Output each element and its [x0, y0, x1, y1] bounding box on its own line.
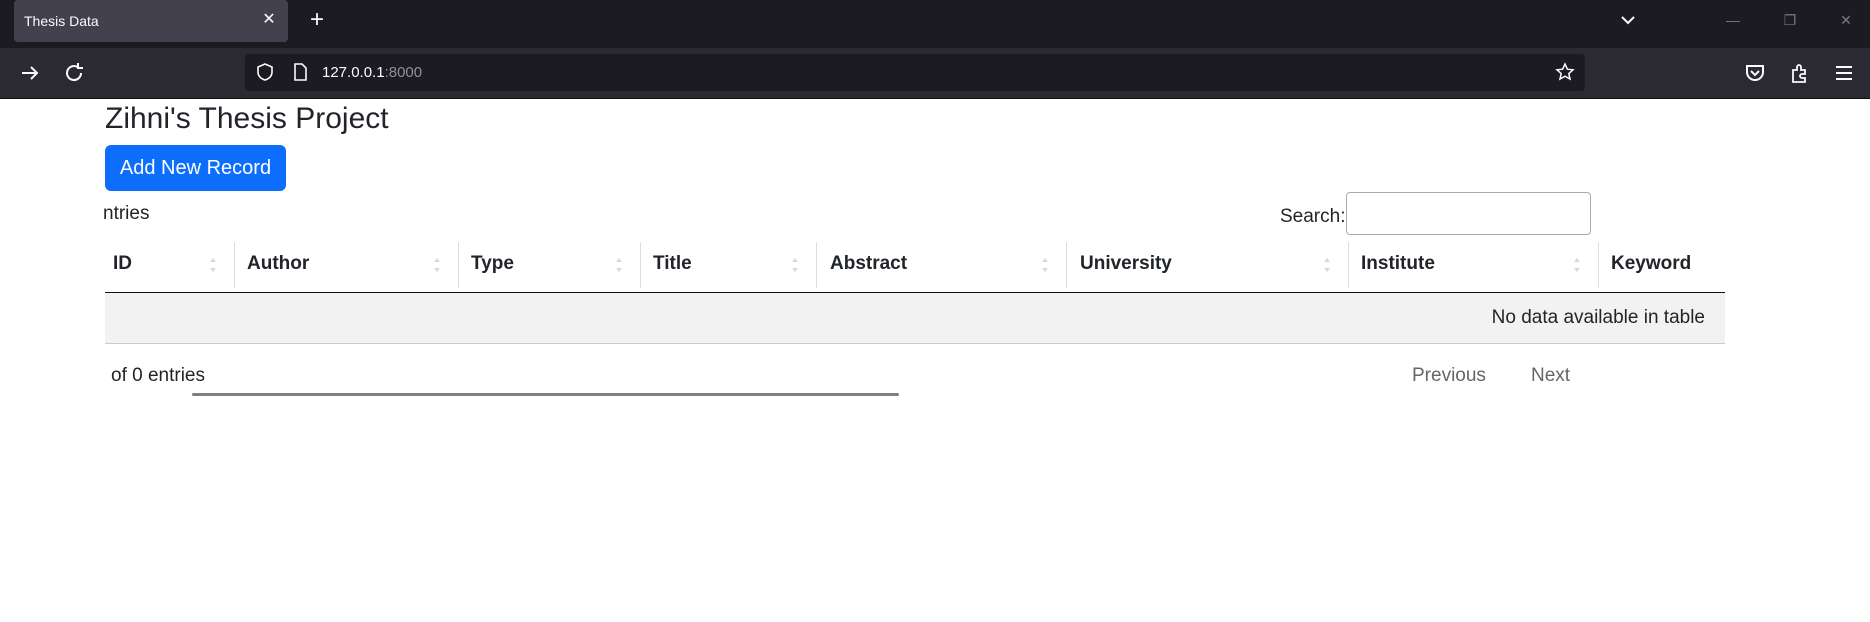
search-label: Search:	[1280, 206, 1346, 227]
page-icon[interactable]	[290, 62, 310, 82]
column-header-title[interactable]: Title	[653, 236, 692, 292]
menu-icon[interactable]	[1832, 61, 1856, 85]
column-divider	[640, 242, 641, 288]
column-header-university[interactable]: University	[1080, 236, 1172, 292]
browser-nav-bar: 127.0.0.1:8000	[0, 48, 1870, 99]
table-info: of 0 entries	[111, 365, 205, 386]
forward-icon[interactable]	[18, 61, 42, 85]
column-divider	[816, 242, 817, 288]
browser-tab-bar: Thesis Data ✕ + — ❐ ✕	[0, 0, 1870, 48]
browser-tab[interactable]: Thesis Data ✕	[14, 0, 288, 42]
sort-icon[interactable]	[615, 256, 623, 274]
shield-icon[interactable]	[255, 62, 275, 82]
column-divider	[1066, 242, 1067, 288]
sort-icon[interactable]	[1041, 256, 1049, 274]
sort-icon[interactable]	[1323, 256, 1331, 274]
url-host: 127.0.0.1	[322, 64, 385, 81]
column-header-type[interactable]: Type	[471, 236, 514, 292]
close-icon[interactable]: ✕	[260, 11, 278, 29]
next-page-button[interactable]: Next	[1531, 365, 1570, 387]
url-text[interactable]: 127.0.0.1:8000	[322, 64, 422, 81]
previous-page-button[interactable]: Previous	[1412, 365, 1486, 387]
horizontal-scrollbar[interactable]	[192, 393, 899, 396]
column-header-abstract[interactable]: Abstract	[830, 236, 907, 292]
column-header-keyword[interactable]: Keyword	[1611, 236, 1691, 292]
search-input[interactable]	[1346, 192, 1591, 235]
sort-icon[interactable]	[791, 256, 799, 274]
restore-icon[interactable]: ❐	[1778, 8, 1802, 32]
reload-icon[interactable]	[62, 61, 86, 85]
table-header: ID Author Type Title Abstract University…	[105, 236, 1725, 293]
sort-icon[interactable]	[209, 256, 217, 274]
address-bar[interactable]: 127.0.0.1:8000	[245, 54, 1585, 91]
sort-icon[interactable]	[1573, 256, 1581, 274]
window-close-icon[interactable]: ✕	[1834, 8, 1858, 32]
url-port: :8000	[384, 64, 423, 81]
column-divider	[234, 242, 235, 288]
plus-icon[interactable]: +	[306, 8, 328, 32]
table-row: No data available in table	[105, 293, 1725, 344]
sort-icon[interactable]	[433, 256, 441, 274]
entries-length-label: ntries	[103, 203, 150, 224]
column-divider	[1598, 242, 1599, 288]
page-title: Zihni's Thesis Project	[105, 102, 389, 135]
column-header-id[interactable]: ID	[113, 236, 132, 292]
column-divider	[1348, 242, 1349, 288]
add-new-record-button[interactable]: Add New Record	[105, 145, 286, 191]
column-header-author[interactable]: Author	[247, 236, 309, 292]
bookmark-star-icon[interactable]	[1555, 62, 1575, 82]
extensions-icon[interactable]	[1788, 61, 1812, 85]
minimize-icon[interactable]: —	[1721, 8, 1745, 32]
pocket-icon[interactable]	[1743, 61, 1767, 85]
column-divider	[458, 242, 459, 288]
empty-table-message: No data available in table	[1491, 307, 1705, 328]
column-header-institute[interactable]: Institute	[1361, 236, 1435, 292]
tab-title: Thesis Data	[24, 13, 99, 29]
chevron-down-icon[interactable]	[1618, 10, 1638, 30]
